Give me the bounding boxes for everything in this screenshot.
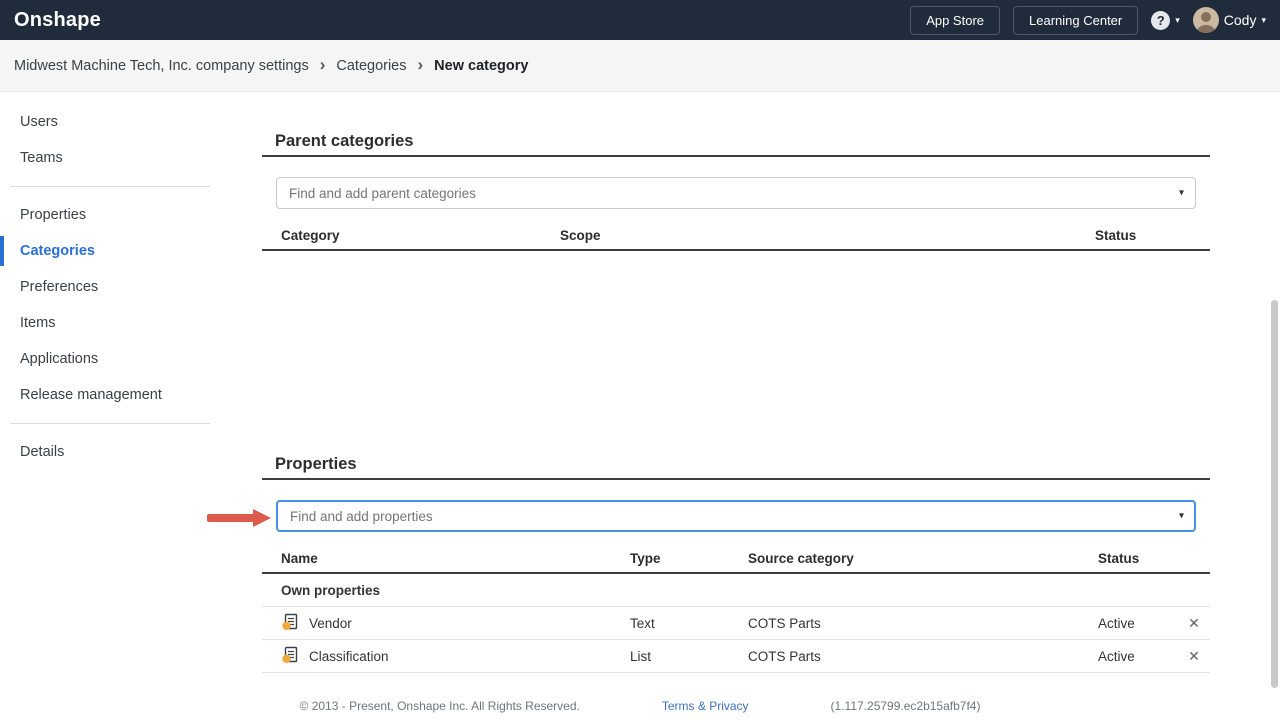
sidebar-divider bbox=[10, 186, 210, 187]
terms-privacy-link[interactable]: Terms & Privacy bbox=[662, 699, 749, 713]
sidebar-item-users[interactable]: Users bbox=[0, 104, 220, 140]
property-name: Vendor bbox=[309, 616, 352, 631]
property-type: Text bbox=[630, 616, 748, 631]
onshape-logo[interactable]: Onshape bbox=[14, 9, 101, 32]
sidebar-item-applications[interactable]: Applications bbox=[0, 341, 220, 377]
sidebar-item-preferences[interactable]: Preferences bbox=[0, 269, 220, 305]
app-store-button[interactable]: App Store bbox=[910, 6, 1000, 35]
properties-section: Properties ▾ Name Type Source category S… bbox=[262, 455, 1210, 673]
parent-categories-combobox[interactable]: ▾ bbox=[276, 177, 1196, 209]
topbar-actions: App Store Learning Center ? ▾ Cody ▾ bbox=[910, 6, 1266, 35]
help-icon: ? bbox=[1151, 11, 1170, 30]
caret-down-icon: ▾ bbox=[1261, 16, 1266, 25]
sidebar-divider bbox=[10, 423, 210, 424]
remove-property-button[interactable]: ✕ bbox=[1178, 616, 1210, 630]
properties-title: Properties bbox=[262, 455, 1210, 480]
property-status: Active bbox=[1098, 649, 1178, 664]
sidebar-item-categories[interactable]: Categories bbox=[0, 233, 220, 269]
properties-group-row: Own properties bbox=[262, 574, 1210, 607]
property-name: Classification bbox=[309, 649, 389, 664]
property-type: List bbox=[630, 649, 748, 664]
sidebar-item-teams[interactable]: Teams bbox=[0, 140, 220, 176]
parent-categories-search-input[interactable] bbox=[276, 177, 1196, 209]
user-name: Cody bbox=[1224, 12, 1257, 28]
caret-down-icon: ▾ bbox=[1175, 16, 1180, 25]
properties-table-header: Name Type Source category Status bbox=[262, 544, 1210, 574]
content-area: Users Teams Properties Categories Prefer… bbox=[0, 92, 1280, 720]
sidebar-item-items[interactable]: Items bbox=[0, 305, 220, 341]
learning-center-button[interactable]: Learning Center bbox=[1013, 6, 1138, 35]
settings-sidebar: Users Teams Properties Categories Prefer… bbox=[0, 92, 220, 720]
sidebar-item-details[interactable]: Details bbox=[0, 434, 220, 470]
column-header-name: Name bbox=[281, 551, 630, 566]
property-source-category: COTS Parts bbox=[748, 616, 1098, 631]
breadcrumb-categories[interactable]: Categories bbox=[336, 58, 406, 74]
user-menu[interactable]: Cody ▾ bbox=[1193, 7, 1266, 33]
column-header-status: Status bbox=[1098, 551, 1178, 566]
breadcrumb-current-page: New category bbox=[434, 58, 528, 74]
sidebar-item-properties[interactable]: Properties bbox=[0, 197, 220, 233]
chevron-right-icon: › bbox=[320, 56, 326, 75]
remove-property-button[interactable]: ✕ bbox=[1178, 649, 1210, 663]
properties-combobox[interactable]: ▾ bbox=[276, 500, 1196, 532]
property-icon bbox=[281, 613, 299, 634]
property-row: Vendor Text COTS Parts Active ✕ bbox=[262, 607, 1210, 640]
topbar: Onshape App Store Learning Center ? ▾ Co… bbox=[0, 0, 1280, 40]
column-header-source-category: Source category bbox=[748, 551, 1098, 566]
page: Onshape App Store Learning Center ? ▾ Co… bbox=[0, 0, 1280, 720]
chevron-right-icon: › bbox=[418, 56, 424, 75]
user-avatar bbox=[1193, 7, 1219, 33]
property-status: Active bbox=[1098, 616, 1178, 631]
column-header-scope: Scope bbox=[560, 228, 1095, 243]
sidebar-item-release-management[interactable]: Release management bbox=[0, 377, 220, 413]
breadcrumb-company-settings[interactable]: Midwest Machine Tech, Inc. company setti… bbox=[14, 58, 309, 74]
property-icon bbox=[281, 646, 299, 667]
parent-categories-empty-area bbox=[262, 251, 1210, 455]
properties-search-input[interactable] bbox=[276, 500, 1196, 532]
column-header-status: Status bbox=[1095, 228, 1210, 243]
vertical-scrollbar-thumb[interactable] bbox=[1271, 300, 1278, 688]
footer: © 2013 - Present, Onshape Inc. All Right… bbox=[0, 692, 1280, 720]
parent-categories-table-header: Category Scope Status bbox=[262, 221, 1210, 251]
help-menu[interactable]: ? ▾ bbox=[1151, 11, 1180, 30]
column-header-type: Type bbox=[630, 551, 748, 566]
column-header-category: Category bbox=[281, 228, 560, 243]
breadcrumb: Midwest Machine Tech, Inc. company setti… bbox=[0, 40, 1280, 92]
copyright-text: © 2013 - Present, Onshape Inc. All Right… bbox=[300, 699, 580, 713]
version-text: (1.117.25799.ec2b15afb7f4) bbox=[831, 699, 981, 713]
parent-categories-title: Parent categories bbox=[262, 132, 1210, 157]
group-label: Own properties bbox=[281, 583, 630, 598]
property-source-category: COTS Parts bbox=[748, 649, 1098, 664]
property-row: Classification List COTS Parts Active ✕ bbox=[262, 640, 1210, 673]
parent-categories-section: Parent categories ▾ Category Scope Statu… bbox=[262, 132, 1210, 455]
main-panel: Parent categories ▾ Category Scope Statu… bbox=[220, 92, 1280, 720]
